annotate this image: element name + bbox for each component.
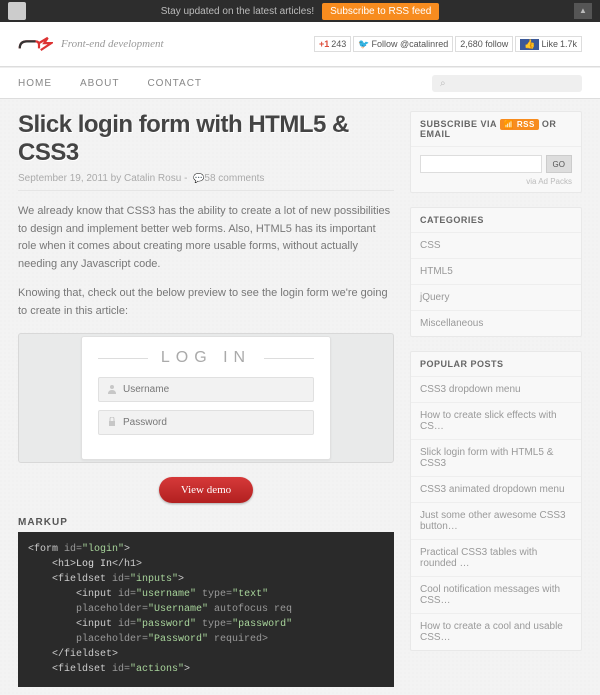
social-buttons: +1243 🐦Follow @catalinred 2,680 follow 👍… — [314, 36, 582, 52]
category-item[interactable]: jQuery — [411, 284, 581, 310]
popular-item[interactable]: Practical CSS3 tables with rounded … — [411, 539, 581, 576]
view-demo-button[interactable]: View demo — [159, 477, 253, 503]
author-link[interactable]: Catalin Rosu — [124, 173, 181, 184]
popular-item[interactable]: Slick login form with HTML5 & CSS3 — [411, 439, 581, 476]
top-notification-bar: Stay updated on the latest articles! Sub… — [0, 0, 600, 22]
popular-item[interactable]: Just some other awesome CSS3 button… — [411, 502, 581, 539]
twitter-count: 2,680 follow — [455, 36, 513, 52]
popular-item[interactable]: How to create a cool and usable CSS… — [411, 613, 581, 650]
category-item[interactable]: HTML5 — [411, 258, 581, 284]
nav-about[interactable]: ABOUT — [80, 78, 119, 89]
twitter-follow-button[interactable]: 🐦Follow @catalinred — [353, 36, 453, 52]
facebook-like-button[interactable]: 👍Like1.7k — [515, 36, 582, 52]
subscribe-widget: SUBSCRIBE VIA 📶 RSS OR EMAIL GO via Ad P… — [410, 111, 582, 193]
form-preview: LOG IN Username Password — [18, 333, 394, 463]
email-input[interactable] — [420, 155, 542, 173]
nav-home[interactable]: HOME — [18, 78, 52, 89]
topbar-text: Stay updated on the latest articles! — [161, 6, 314, 17]
search-icon: ⌕ — [440, 78, 446, 89]
search-input[interactable]: ⌕ — [432, 75, 582, 92]
code-block: <form id="login"> <h1>Log In</h1> <field… — [18, 532, 394, 687]
go-button[interactable]: GO — [546, 155, 572, 173]
ad-link[interactable]: via Ad Packs — [411, 177, 581, 192]
article-meta: September 19, 2011 by Catalin Rosu - 💬58… — [18, 173, 394, 191]
site-header: Front-end development +1243 🐦Follow @cat… — [0, 22, 600, 67]
category-item[interactable]: Miscellaneous — [411, 310, 581, 336]
popular-item[interactable]: Cool notification messages with CSS… — [411, 576, 581, 613]
rss-badge[interactable]: 📶 RSS — [500, 119, 539, 130]
popular-widget: POPULAR POSTS CSS3 dropdown menu How to … — [410, 351, 582, 651]
category-item[interactable]: CSS — [411, 233, 581, 258]
subscribe-rss-button[interactable]: Subscribe to RSS feed — [322, 3, 439, 20]
comment-icon: 💬 — [193, 173, 204, 183]
paragraph-2: Knowing that, check out the below previe… — [18, 285, 394, 320]
popular-heading: POPULAR POSTS — [411, 352, 581, 377]
google-plus-button[interactable]: +1243 — [314, 36, 351, 52]
markup-heading: MARKUP — [18, 517, 394, 528]
login-form: LOG IN Username Password — [81, 336, 331, 460]
username-input[interactable]: Username — [98, 377, 314, 402]
subscribe-heading: SUBSCRIBE VIA 📶 RSS OR EMAIL — [411, 112, 581, 147]
password-input[interactable]: Password — [98, 410, 314, 435]
main-nav: HOME ABOUT CONTACT ⌕ — [0, 67, 600, 99]
site-tagline: Front-end development — [61, 38, 164, 50]
article-title: Slick login form with HTML5 & CSS3 — [18, 111, 394, 167]
collapse-icon[interactable]: ▲ — [574, 3, 592, 19]
categories-heading: CATEGORIES — [411, 208, 581, 233]
main-content: Slick login form with HTML5 & CSS3 Septe… — [18, 111, 394, 687]
form-heading: LOG IN — [98, 349, 314, 367]
nav-contact[interactable]: CONTACT — [147, 78, 202, 89]
expand-icon[interactable] — [8, 2, 26, 20]
popular-item[interactable]: How to create slick effects with CS… — [411, 402, 581, 439]
site-logo[interactable] — [18, 36, 53, 52]
categories-widget: CATEGORIES CSS HTML5 jQuery Miscellaneou… — [410, 207, 582, 337]
user-icon — [107, 384, 117, 394]
sidebar: SUBSCRIBE VIA 📶 RSS OR EMAIL GO via Ad P… — [410, 111, 582, 687]
lock-icon — [107, 417, 117, 427]
paragraph-1: We already know that CSS3 has the abilit… — [18, 203, 394, 273]
popular-item[interactable]: CSS3 dropdown menu — [411, 377, 581, 402]
popular-item[interactable]: CSS3 animated dropdown menu — [411, 476, 581, 502]
comments-link[interactable]: 58 comments — [204, 173, 264, 184]
